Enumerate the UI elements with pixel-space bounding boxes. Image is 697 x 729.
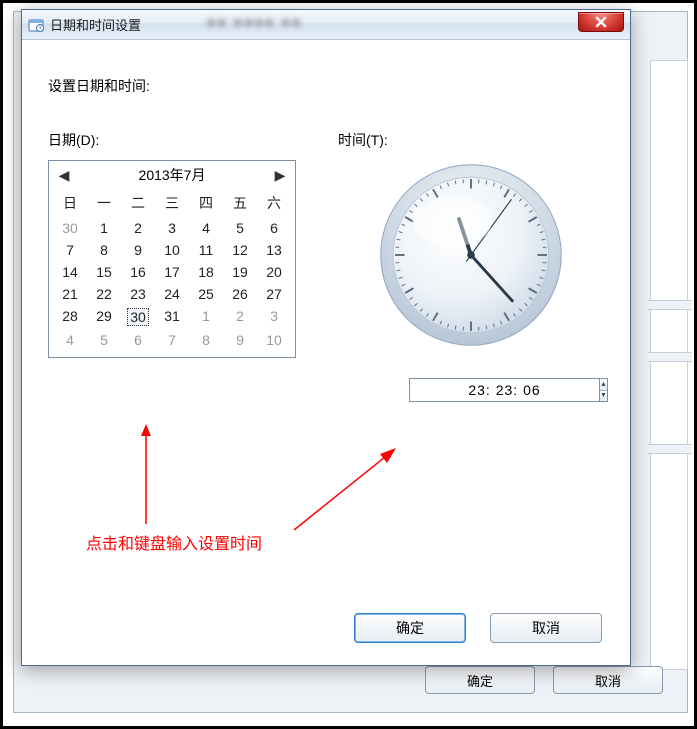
close-icon [595,16,607,28]
title-blurred-area: ■■ ■■■■ ■■ [207,14,387,36]
date-label: 日期(D): [48,130,338,150]
calendar-dow: 二 [121,189,155,217]
background-divider [648,444,692,454]
background-divider [648,352,692,362]
calendar-day[interactable]: 4 [189,217,223,239]
calendar-day[interactable]: 29 [87,305,121,329]
date-time-icon [28,17,44,33]
time-input[interactable] [409,378,600,402]
calendar-day[interactable]: 14 [53,261,87,283]
calendar-day[interactable]: 20 [257,261,291,283]
calendar-day[interactable]: 4 [53,329,87,351]
bg-ok-button[interactable]: 确定 [425,666,535,694]
calendar-day[interactable]: 17 [155,261,189,283]
calendar-day[interactable]: 30 [53,217,87,239]
calendar-next-button[interactable]: ▶ [273,167,287,184]
time-spin-down-button[interactable]: ▼ [600,391,607,402]
calendar-day[interactable]: 2 [121,217,155,239]
calendar-dow: 四 [189,189,223,217]
titlebar[interactable]: 日期和时间设置 ■■ ■■■■ ■■ [22,10,630,40]
calendar-day[interactable]: 11 [189,239,223,261]
annotation-text: 点击和键盘输入设置时间 [86,530,262,554]
calendar-day[interactable]: 8 [87,239,121,261]
calendar-day[interactable]: 22 [87,283,121,305]
date-time-settings-dialog: 日期和时间设置 ■■ ■■■■ ■■ 设置日期和时间: 日期(D): ◀ 201… [21,9,631,666]
calendar-dow: 一 [87,189,121,217]
time-label: 时间(T): [338,130,604,150]
calendar-dow: 六 [257,189,291,217]
screenshot-frame: 确定 取消 日期和时间设置 ■■ ■■■■ ■■ 设置日期和时间: 日期(D): [0,0,697,729]
calendar-day[interactable]: 16 [121,261,155,283]
background-divider [648,300,692,310]
calendar-day[interactable]: 5 [87,329,121,351]
calendar-day[interactable]: 8 [189,329,223,351]
calendar-day[interactable]: 26 [223,283,257,305]
calendar-day[interactable]: 31 [155,305,189,329]
calendar-day[interactable]: 12 [223,239,257,261]
calendar-day[interactable]: 6 [257,217,291,239]
dialog-title: 日期和时间设置 [50,15,141,34]
calendar-day[interactable]: 1 [87,217,121,239]
calendar-day[interactable]: 3 [257,305,291,329]
calendar-day[interactable]: 9 [223,329,257,351]
time-spin-up-button[interactable]: ▲ [600,379,607,391]
dialog-heading: 设置日期和时间: [48,76,604,96]
analog-clock [376,160,566,350]
calendar-day[interactable]: 7 [155,329,189,351]
calendar-day[interactable]: 1 [189,305,223,329]
calendar-day[interactable]: 15 [87,261,121,283]
bg-cancel-button[interactable]: 取消 [553,666,663,694]
calendar-day[interactable]: 27 [257,283,291,305]
calendar-day[interactable]: 19 [223,261,257,283]
calendar-day[interactable]: 24 [155,283,189,305]
calendar-day[interactable]: 3 [155,217,189,239]
calendar-day[interactable]: 25 [189,283,223,305]
background-panel [650,60,688,670]
calendar-dow: 五 [223,189,257,217]
calendar-day[interactable]: 28 [53,305,87,329]
ok-button[interactable]: 确定 [354,613,466,643]
calendar-prev-button[interactable]: ◀ [57,167,71,184]
close-button[interactable] [578,12,624,32]
cancel-button[interactable]: 取消 [490,613,602,643]
calendar-month-title[interactable]: 2013年7月 [139,165,206,185]
calendar-day[interactable]: 13 [257,239,291,261]
calendar-day[interactable]: 10 [257,329,291,351]
calendar-day[interactable]: 6 [121,329,155,351]
calendar-day[interactable]: 7 [53,239,87,261]
calendar-day[interactable]: 21 [53,283,87,305]
calendar-day[interactable]: 9 [121,239,155,261]
calendar-day[interactable]: 10 [155,239,189,261]
calendar-dow: 三 [155,189,189,217]
calendar-day[interactable]: 18 [189,261,223,283]
calendar-dow: 日 [53,189,87,217]
calendar-day[interactable]: 23 [121,283,155,305]
calendar-day[interactable]: 5 [223,217,257,239]
calendar-day[interactable]: 30 [121,305,155,329]
calendar-day[interactable]: 2 [223,305,257,329]
calendar: ◀ 2013年7月 ▶ 日一二三四五六301234567891011121314… [48,160,296,358]
